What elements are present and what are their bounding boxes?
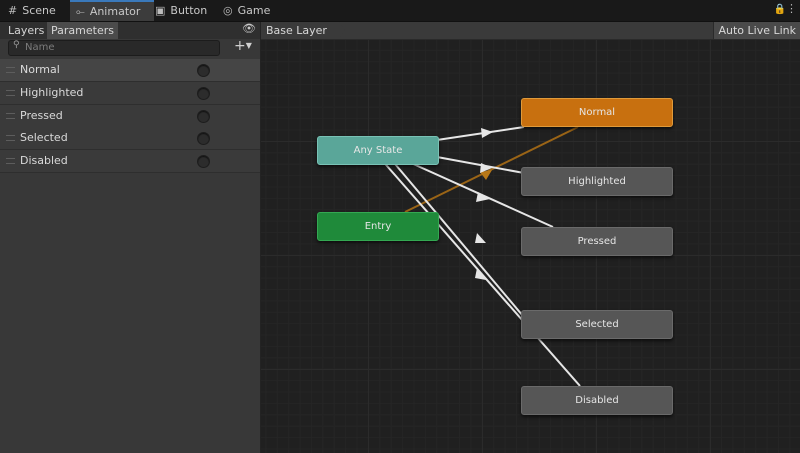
state-highlighted[interactable]: Highlighted	[521, 167, 673, 196]
parameter-name: Pressed	[20, 109, 63, 122]
state-normal[interactable]: Normal	[521, 98, 673, 127]
drag-handle-icon[interactable]	[6, 67, 15, 73]
graph-toolbar: Base Layer Auto Live Link	[261, 22, 800, 40]
parameter-row-disabled[interactable]: Disabled	[0, 150, 260, 173]
left-panel-tabs: Layers Parameters 👁	[0, 22, 260, 39]
script-icon: ▣	[155, 4, 166, 17]
plus-icon: +	[234, 38, 246, 54]
state-selected[interactable]: Selected	[521, 310, 673, 339]
tab-label: Game	[237, 4, 271, 17]
trigger-toggle[interactable]	[197, 132, 210, 145]
drag-handle-icon[interactable]	[6, 113, 15, 119]
auto-live-link-toggle[interactable]: Auto Live Link	[713, 22, 800, 39]
tab-layers[interactable]: Layers	[4, 22, 48, 39]
trigger-toggle[interactable]	[197, 64, 210, 77]
chevron-down-icon: ▼	[245, 41, 252, 50]
tab-scene[interactable]: # Scene	[8, 0, 56, 21]
parameter-name: Selected	[20, 131, 68, 144]
gamepad-icon: ◎	[223, 4, 233, 17]
search-icon: ⚲	[13, 40, 20, 50]
parameter-row-normal[interactable]: Normal	[0, 59, 260, 82]
drag-handle-icon[interactable]	[6, 90, 15, 96]
parameter-name: Highlighted	[20, 86, 84, 99]
state-entry[interactable]: Entry	[317, 212, 439, 241]
state-any-state[interactable]: Any State	[317, 136, 439, 165]
state-pressed[interactable]: Pressed	[521, 227, 673, 256]
parameter-row-highlighted[interactable]: Highlighted	[0, 82, 260, 105]
parameter-search-input[interactable]: ⚲ Name	[8, 40, 220, 56]
grid-icon: #	[8, 4, 18, 17]
tab-parameters[interactable]: Parameters	[47, 22, 118, 39]
tab-label: Animator	[89, 5, 141, 18]
window-tab-bar: # Scene ⟜ Animator ▣ Button ◎ Game 🔒 ⋮	[0, 0, 800, 22]
trigger-toggle[interactable]	[197, 155, 210, 168]
more-menu-icon[interactable]: ⋮	[786, 2, 797, 15]
eye-icon[interactable]: 👁	[242, 22, 256, 35]
tab-animator[interactable]: ⟜ Animator	[70, 0, 155, 21]
drag-handle-icon[interactable]	[6, 135, 15, 141]
tab-button[interactable]: ▣ Button	[155, 0, 207, 21]
search-placeholder: Name	[25, 42, 55, 53]
parameter-row-selected[interactable]: Selected	[0, 127, 260, 150]
tab-label: Button	[170, 4, 208, 17]
tab-game[interactable]: ◎ Game	[223, 0, 270, 21]
drag-handle-icon[interactable]	[6, 158, 15, 164]
parameter-row-pressed[interactable]: Pressed	[0, 105, 260, 128]
parameter-name: Normal	[20, 63, 60, 76]
state-disabled[interactable]: Disabled	[521, 386, 673, 415]
breadcrumb-base-layer[interactable]: Base Layer	[261, 22, 345, 39]
trigger-toggle[interactable]	[197, 110, 210, 123]
trigger-toggle[interactable]	[197, 87, 210, 100]
animator-icon: ⟜	[76, 4, 85, 18]
add-parameter-button[interactable]: +▼	[234, 38, 252, 54]
lock-icon[interactable]: 🔒	[774, 4, 786, 15]
parameter-name: Disabled	[20, 154, 68, 167]
tab-label: Scene	[22, 4, 56, 17]
